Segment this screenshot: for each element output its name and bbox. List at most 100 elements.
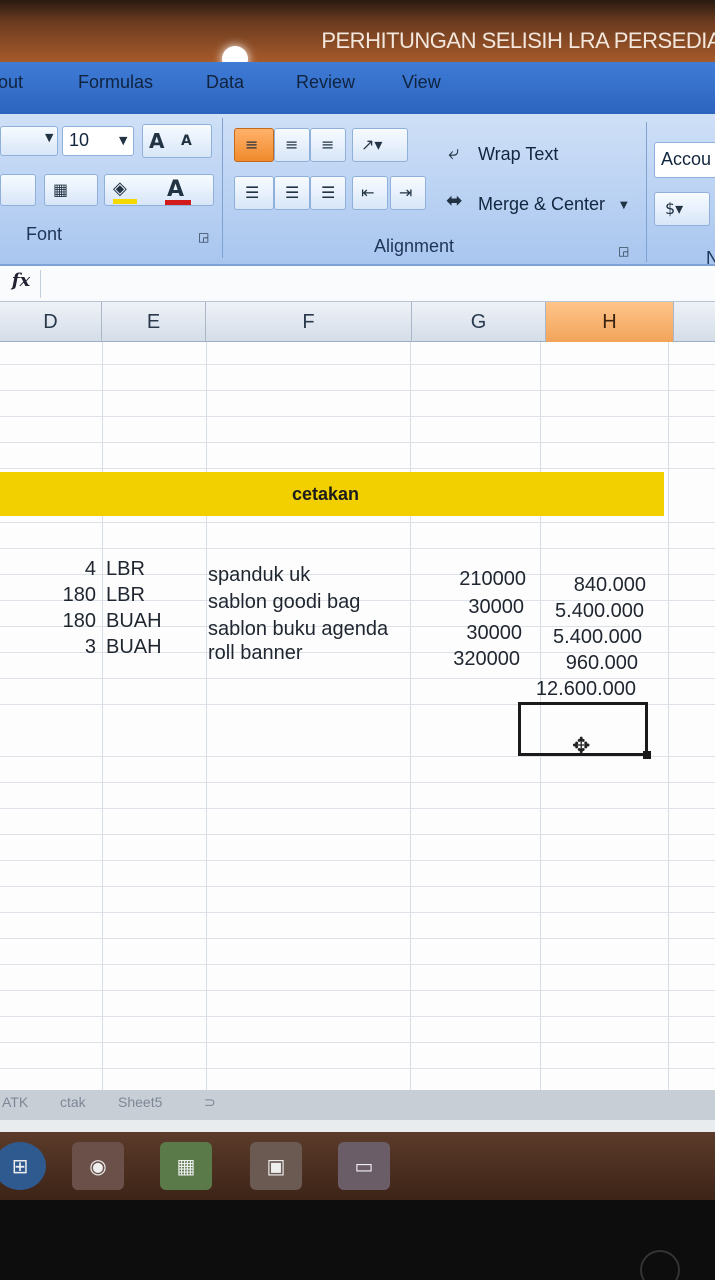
column-header-h[interactable]: H bbox=[546, 302, 674, 342]
font-name-dropdown[interactable]: ▼ bbox=[0, 126, 58, 156]
orientation-button[interactable]: ↗▾ bbox=[352, 128, 408, 162]
unit-cell[interactable]: BUAH bbox=[106, 636, 162, 659]
grid-line bbox=[0, 938, 715, 939]
sheet-tabs-bar: ATK ctak Sheet5 ⊃ bbox=[0, 1090, 715, 1120]
unit-cell[interactable]: LBR bbox=[106, 558, 145, 581]
tab-page-layout[interactable]: out bbox=[0, 72, 23, 93]
align-left-button[interactable]: ☰ bbox=[234, 176, 274, 210]
total-cell[interactable]: 5.400.000 bbox=[530, 600, 644, 623]
tab-formulas[interactable]: Formulas bbox=[78, 72, 153, 93]
price-cell[interactable]: 320000 bbox=[420, 648, 520, 671]
middle-align-button[interactable]: ≡ bbox=[274, 128, 310, 162]
total-cell[interactable]: 5.400.000 bbox=[530, 626, 642, 649]
center-icon: ☰ bbox=[285, 183, 300, 202]
section-header-cell[interactable]: cetakan bbox=[0, 472, 664, 516]
font-size-dropdown[interactable]: 10 ▼ bbox=[62, 126, 134, 156]
total-cell[interactable]: 840.000 bbox=[530, 574, 646, 597]
borders-icon: ▦ bbox=[53, 180, 69, 199]
dialog-launcher-icon[interactable]: ◲ bbox=[618, 244, 629, 258]
taskbar: ⊞ ◉ ▦ ▣ ▭ bbox=[0, 1132, 715, 1200]
insert-sheet-icon[interactable]: ⊃ bbox=[204, 1094, 216, 1111]
column-header-e[interactable]: E bbox=[102, 302, 206, 342]
fill-font-color-buttons[interactable]: ◈ A bbox=[104, 174, 214, 206]
insert-function-button[interactable]: fx bbox=[6, 270, 36, 296]
decrease-indent-button[interactable]: ⇤ bbox=[352, 176, 388, 210]
group-separator bbox=[222, 118, 223, 258]
grid-line bbox=[206, 342, 207, 1102]
folder-icon: ▭ bbox=[354, 1154, 374, 1178]
item-cell[interactable]: roll banner bbox=[208, 642, 303, 665]
ribbon: ▼ 10 ▼ A A ▦ ◈ A Font ◲ ≡ ≡ ≡ ↗▾ ☰ ☰ ☰ ⇤… bbox=[0, 114, 715, 268]
column-header-d[interactable]: D bbox=[0, 302, 102, 342]
item-cell[interactable]: sablon goodi bag bbox=[208, 591, 360, 614]
tab-view[interactable]: View bbox=[402, 72, 441, 93]
column-header-i[interactable] bbox=[674, 302, 715, 342]
font-color-icon: A bbox=[167, 177, 185, 202]
sheet-tab-sheet5[interactable]: Sheet5 bbox=[118, 1094, 162, 1110]
wrap-text-button[interactable]: Wrap Text bbox=[478, 144, 558, 165]
qty-cell[interactable]: 3 bbox=[40, 636, 96, 659]
price-cell[interactable]: 30000 bbox=[420, 596, 524, 619]
grid-line bbox=[0, 756, 715, 757]
excel-icon: ▦ bbox=[176, 1154, 196, 1178]
taskbar-chrome[interactable]: ◉ bbox=[72, 1142, 124, 1190]
font-color-swatch bbox=[165, 200, 191, 205]
item-cell[interactable]: spanduk uk bbox=[208, 564, 310, 587]
grid-line bbox=[0, 1016, 715, 1017]
dialog-launcher-icon[interactable]: ◲ bbox=[198, 230, 209, 244]
grand-total-cell[interactable]: 12.600.000 bbox=[520, 678, 636, 701]
taskbar-folder[interactable]: ▭ bbox=[338, 1142, 390, 1190]
item-cell[interactable]: sablon buku agenda bbox=[208, 618, 388, 641]
hp-logo-icon bbox=[640, 1250, 680, 1280]
grid-line bbox=[0, 416, 715, 417]
worksheet-grid[interactable]: cetakan 4 LBR spanduk uk 210000 840.000 … bbox=[0, 342, 715, 1102]
grid-line bbox=[0, 860, 715, 861]
grow-font-icon: A bbox=[149, 129, 165, 153]
bottom-align-button[interactable]: ≡ bbox=[310, 128, 346, 162]
column-header-f[interactable]: F bbox=[206, 302, 412, 342]
number-format-value: Accou bbox=[661, 149, 712, 169]
alignment-group-label: Alignment bbox=[374, 236, 455, 256]
qty-cell[interactable]: 180 bbox=[40, 584, 96, 607]
qty-cell[interactable]: 4 bbox=[40, 558, 96, 581]
total-cell[interactable]: 960.000 bbox=[530, 652, 638, 675]
start-button[interactable]: ⊞ bbox=[0, 1142, 46, 1190]
unit-cell[interactable]: LBR bbox=[106, 584, 145, 607]
window-title: PERHITUNGAN SELISIH LRA PERSEDIA bbox=[321, 28, 715, 53]
top-align-icon: ≡ bbox=[245, 135, 259, 154]
unit-cell[interactable]: BUAH bbox=[106, 610, 162, 633]
sheet-tab-atk[interactable]: ATK bbox=[2, 1094, 28, 1110]
center-button[interactable]: ☰ bbox=[274, 176, 310, 210]
increase-indent-button[interactable]: ⇥ bbox=[390, 176, 426, 210]
section-title: cetakan bbox=[292, 484, 360, 504]
tab-data[interactable]: Data bbox=[206, 72, 244, 93]
accounting-format-button[interactable]: $▾ bbox=[654, 192, 710, 226]
top-align-button[interactable]: ≡ bbox=[234, 128, 274, 162]
taskbar-excel[interactable]: ▦ bbox=[160, 1142, 212, 1190]
tab-review[interactable]: Review bbox=[296, 72, 355, 93]
grid-line bbox=[410, 342, 411, 1102]
sheet-tab-ctak[interactable]: ctak bbox=[60, 1094, 86, 1110]
shrink-font-icon: A bbox=[181, 133, 192, 149]
grid-line bbox=[0, 990, 715, 991]
formula-input[interactable] bbox=[40, 270, 715, 298]
price-cell[interactable]: 30000 bbox=[420, 622, 522, 645]
number-format-dropdown[interactable]: Accou bbox=[654, 142, 715, 178]
grid-line bbox=[0, 364, 715, 365]
font-grow-shrink-buttons[interactable]: A A bbox=[142, 124, 212, 158]
fill-handle[interactable] bbox=[643, 751, 651, 759]
borders-button[interactable]: ▦ bbox=[44, 174, 98, 206]
chevron-down-icon[interactable]: ▼ bbox=[620, 200, 628, 211]
underline-button[interactable] bbox=[0, 174, 36, 206]
price-cell[interactable]: 210000 bbox=[420, 568, 526, 591]
column-header-g[interactable]: G bbox=[412, 302, 546, 342]
middle-align-icon: ≡ bbox=[285, 135, 299, 154]
grid-line bbox=[0, 964, 715, 965]
grid-line bbox=[0, 808, 715, 809]
taskbar-app[interactable]: ▣ bbox=[250, 1142, 302, 1190]
qty-cell[interactable]: 180 bbox=[40, 610, 96, 633]
merge-center-button[interactable]: Merge & Center bbox=[478, 194, 605, 215]
font-group-label: Font bbox=[26, 224, 63, 244]
align-right-button[interactable]: ☰ bbox=[310, 176, 346, 210]
decrease-indent-icon: ⇤ bbox=[361, 183, 375, 202]
